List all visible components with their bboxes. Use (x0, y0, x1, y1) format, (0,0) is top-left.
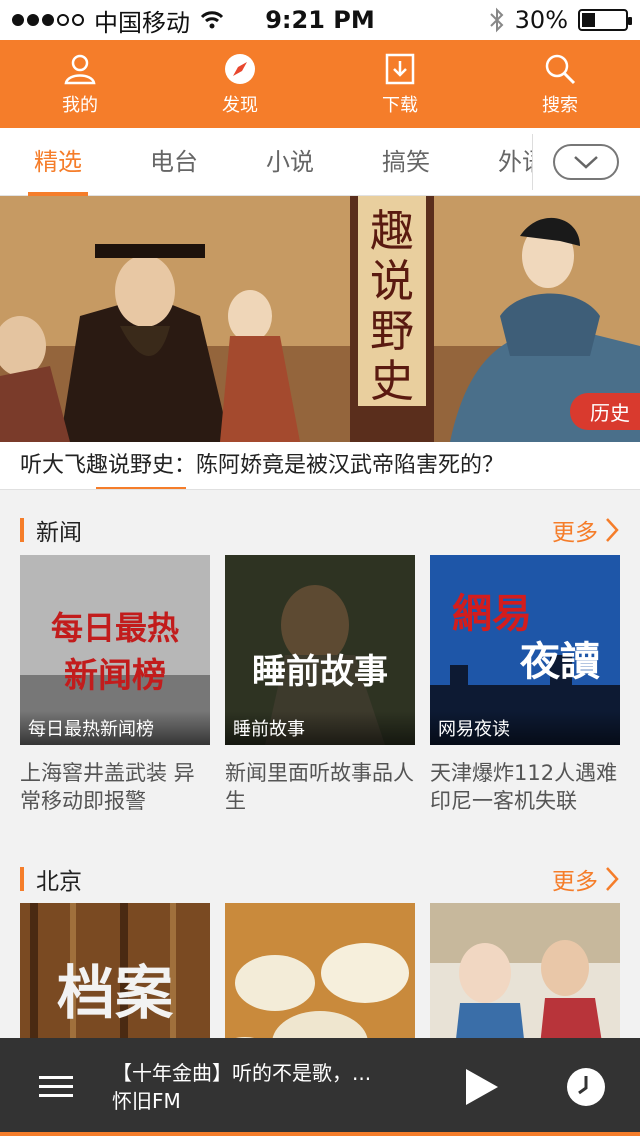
tab-comedy[interactable]: 搞笑 (348, 128, 464, 196)
section-header-news: 新闻 更多 (0, 512, 640, 548)
more-label: 更多 (552, 520, 598, 546)
sleep-timer-button[interactable] (532, 1067, 640, 1107)
nav-download[interactable]: 下载 (320, 40, 480, 128)
album-cover-label: 每日最热新闻榜 (20, 711, 210, 745)
carrier-label: 中国移动 (94, 8, 190, 37)
album-cover-label: 网易夜读 (430, 711, 620, 745)
album-description: 天津爆炸112人遇难印尼一客机失联 (430, 761, 618, 813)
banner-caption[interactable]: 听大飞趣说野史：陈阿娇竟是被汉武帝陷害死的？ (0, 442, 640, 490)
category-tabs: 精选 电台 小说 搞笑 外语 (0, 128, 640, 196)
tab-radio[interactable]: 电台 (116, 128, 232, 196)
download-icon (385, 53, 415, 85)
album-card[interactable]: 網易 夜讀 网易夜读 天津爆炸112人遇难印尼一客机失联 (430, 555, 620, 815)
section-accent-bar (20, 518, 24, 542)
album-card[interactable]: 睡前故事 睡前故事 新闻里面听故事品人生 (225, 555, 415, 815)
now-playing-title: 【十年金曲】听的不是歌，... (112, 1061, 372, 1085)
top-nav-bar: 我的 发现 下载 搜索 (0, 40, 640, 128)
svg-text:夜讀: 夜讀 (519, 638, 600, 685)
svg-text:新闻榜: 新闻榜 (64, 656, 166, 696)
play-icon (466, 1069, 498, 1105)
banner-art-char-4: 史 (370, 356, 414, 407)
nav-mine-label: 我的 (62, 95, 98, 116)
album-card[interactable]: 每日最热 新闻榜 每日最热新闻榜 上海窨井盖武装 异常移动即报警 (20, 555, 210, 815)
bluetooth-icon (489, 7, 504, 33)
banner-art-char-1: 趣 (370, 206, 414, 257)
divider (0, 489, 640, 490)
compass-icon (225, 54, 255, 84)
album-description: 新闻里面听故事品人生 (225, 761, 414, 813)
banner-art-char-3: 野 (370, 306, 414, 357)
svg-text:档案: 档案 (57, 959, 174, 1027)
more-button-beijing[interactable]: 更多 (552, 862, 620, 896)
section-title-beijing: 北京 (36, 869, 82, 895)
featured-banner[interactable]: 趣 说 野 史 历史 (0, 196, 640, 442)
more-button-news[interactable]: 更多 (552, 513, 620, 547)
signal-strength-icon (12, 14, 84, 26)
album-cover: 每日最热 新闻榜 每日最热新闻榜 (20, 555, 210, 745)
banner-category-tag[interactable]: 历史 (570, 393, 640, 430)
menu-icon (39, 1076, 73, 1097)
news-card-row: 每日最热 新闻榜 每日最热新闻榜 上海窨井盖武装 异常移动即报警 睡前故事 睡前… (20, 555, 620, 815)
tab-featured[interactable]: 精选 (0, 128, 116, 196)
nav-download-label: 下载 (382, 95, 418, 116)
svg-text:睡前故事: 睡前故事 (252, 652, 388, 692)
banner-artwork: 趣 说 野 史 (0, 196, 640, 442)
clock-icon (567, 1068, 605, 1106)
svg-text:網易: 網易 (452, 590, 532, 637)
battery-icon (578, 9, 632, 31)
search-icon (545, 54, 576, 85)
banner-art-char-2: 说 (370, 256, 414, 307)
banner-caption-text: 听大飞趣说野史：陈阿娇竟是被汉武帝陷害死的？ (20, 453, 505, 478)
album-cover: 睡前故事 睡前故事 (225, 555, 415, 745)
tab-divider (532, 133, 533, 190)
nav-mine[interactable]: 我的 (0, 40, 160, 128)
nav-search[interactable]: 搜索 (480, 40, 640, 128)
section-header-beijing: 北京 更多 (0, 861, 640, 897)
now-playing-station: 怀旧FM (112, 1089, 181, 1113)
album-cover: 網易 夜讀 网易夜读 (430, 555, 620, 745)
status-bar: 中国移动 9:21 PM 30% (0, 0, 640, 40)
now-playing-info[interactable]: 【十年金曲】听的不是歌，... 怀旧FM (112, 1059, 432, 1115)
album-description: 上海窨井盖武装 异常移动即报警 (20, 761, 195, 813)
battery-percent: 30% (514, 6, 568, 34)
nav-search-label: 搜索 (542, 95, 578, 116)
chevron-down-icon (574, 155, 598, 169)
person-icon (64, 54, 96, 85)
play-button[interactable] (432, 1067, 532, 1107)
album-cover-label: 睡前故事 (225, 711, 415, 745)
tab-novel[interactable]: 小说 (232, 128, 348, 196)
nav-discover[interactable]: 发现 (160, 40, 320, 128)
expand-tabs-button[interactable] (553, 143, 619, 180)
wifi-icon (200, 11, 224, 29)
nav-discover-label: 发现 (222, 95, 258, 116)
section-title-news: 新闻 (36, 520, 82, 546)
more-label: 更多 (552, 869, 598, 895)
svg-text:每日最热: 每日最热 (51, 609, 179, 647)
chevron-right-icon (606, 867, 619, 891)
mini-player: 【十年金曲】听的不是歌，... 怀旧FM (0, 1038, 640, 1136)
tab-foreign-language[interactable]: 外语 (464, 128, 532, 196)
chevron-right-icon (606, 518, 619, 542)
menu-button[interactable] (0, 1074, 112, 1100)
section-accent-bar (20, 867, 24, 891)
